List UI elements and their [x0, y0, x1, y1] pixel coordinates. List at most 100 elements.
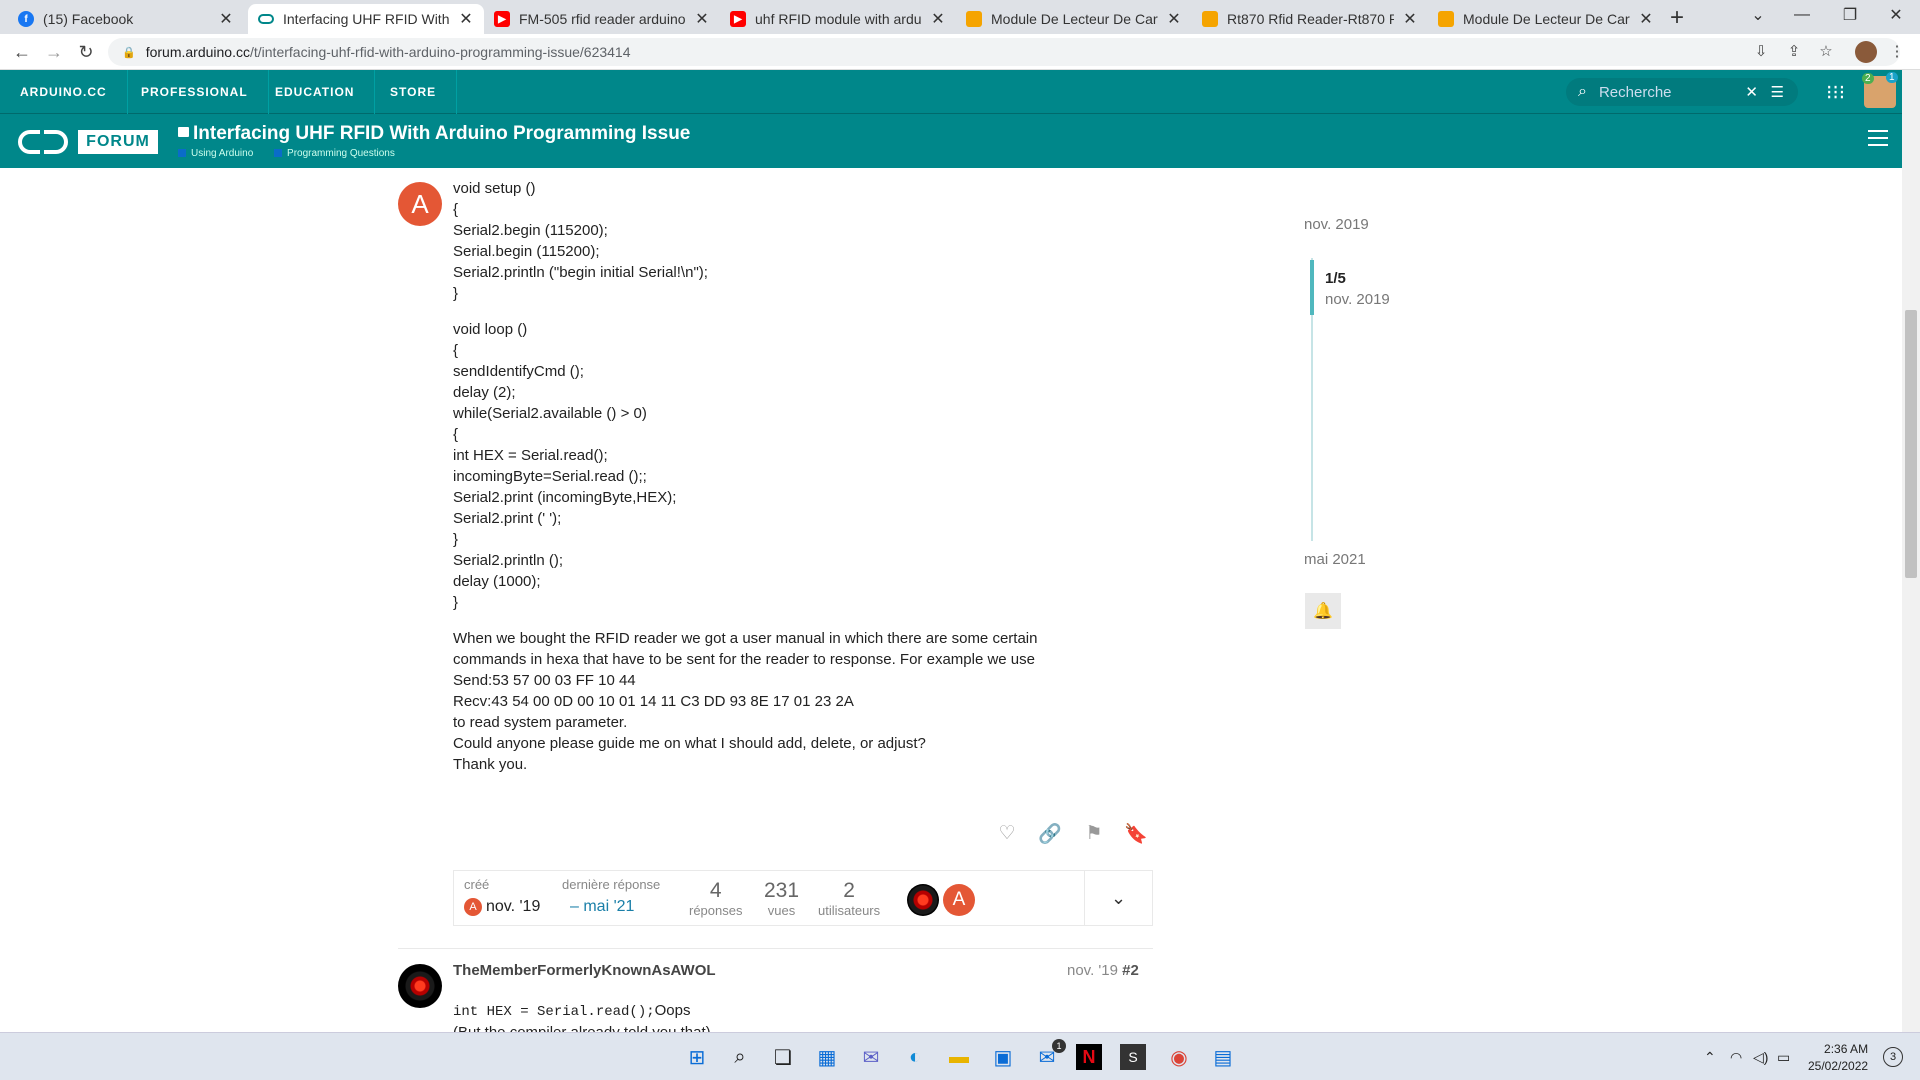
url-field[interactable]: 🔒 forum.arduino.cc/t/interfacing-uhf-rfi…: [108, 38, 1900, 66]
timeline-end-date[interactable]: mai 2021: [1304, 551, 1366, 568]
profile-avatar[interactable]: [1855, 41, 1877, 63]
search-input[interactable]: ⌕ Recherche ✕ ☰: [1566, 78, 1798, 106]
apps-grid-icon[interactable]: ⁝⁝⁝: [1826, 80, 1845, 105]
browser-tab[interactable]: Interfacing UHF RFID With Ardu ✕: [248, 4, 484, 34]
code-line: delay (1000);: [453, 573, 541, 590]
category-programming-questions[interactable]: Programming Questions: [287, 148, 395, 159]
store-icon[interactable]: ▣: [988, 1042, 1018, 1072]
volume-icon[interactable]: ◁): [1753, 1049, 1768, 1066]
chrome-menu-icon[interactable]: ⋮: [1886, 42, 1908, 60]
system-clock[interactable]: 2:36 AM 25/02/2022: [1808, 1041, 1868, 1075]
timeline-position: 1/5: [1325, 270, 1346, 287]
tab-title: Interfacing UHF RFID With Ardu: [283, 11, 450, 27]
task-view-icon[interactable]: ❏: [768, 1042, 798, 1072]
code-line: void setup (): [453, 180, 536, 197]
reply-username[interactable]: TheMemberFormerlyKnownAsAWOL: [453, 962, 716, 979]
close-tab-icon[interactable]: ✕: [1402, 9, 1418, 29]
topic-title: Interfacing UHF RFID With Arduino Progra…: [193, 123, 691, 144]
topic-title-link[interactable]: Interfacing UHF RFID With Arduino Progra…: [178, 123, 690, 145]
facebook-icon: f: [18, 11, 34, 27]
site-top-nav: ARDUINO.CC PROFESSIONAL EDUCATION STORE …: [0, 70, 1902, 114]
install-icon[interactable]: ⇩: [1750, 42, 1772, 60]
close-tab-icon[interactable]: ✕: [1638, 9, 1654, 29]
bookmark-icon[interactable]: 🔖: [1123, 822, 1149, 846]
reply-date-link[interactable]: nov. '19 #2: [1067, 962, 1139, 979]
teams-chat-icon[interactable]: ✉: [856, 1042, 886, 1072]
browser-tab[interactable]: Module De Lecteur De Carte Rfi ✕: [956, 4, 1192, 34]
clear-search-icon[interactable]: ✕: [1745, 83, 1758, 101]
like-icon[interactable]: ♡: [994, 822, 1020, 845]
nav-professional[interactable]: PROFESSIONAL: [121, 70, 269, 114]
search-placeholder: Recherche: [1598, 83, 1672, 101]
created-value: nov. '19: [486, 898, 541, 916]
reply-text: Oops: [654, 1002, 691, 1019]
replies-label: réponses: [689, 903, 743, 918]
expand-summary-button[interactable]: ⌄: [1084, 871, 1152, 925]
restore-icon[interactable]: ❐: [1830, 0, 1870, 30]
share-icon[interactable]: ⇪: [1783, 42, 1805, 60]
code-block-loop: void loop () {sendIdentifyCmd (); delay (2…: [453, 319, 1073, 613]
topic-categories: Using Arduino Programming Questions: [178, 148, 395, 159]
new-tab-button[interactable]: +: [1662, 4, 1692, 32]
windows-taskbar: ⊞ ⌕ ❏ ▦ ✉ ◐ ▬ ▣ ✉ 1 N S ◉ ▤ ⌃ ◠ ◁) ▭ 2:3…: [0, 1032, 1920, 1080]
nav-arduino-cc[interactable]: ARDUINO.CC: [0, 70, 128, 114]
close-tab-icon[interactable]: ✕: [930, 9, 946, 29]
views-count: 231: [764, 879, 800, 902]
notification-center-icon[interactable]: 3: [1883, 1047, 1903, 1067]
close-tab-icon[interactable]: ✕: [694, 9, 710, 29]
close-tab-icon[interactable]: ✕: [458, 9, 474, 29]
close-window-icon[interactable]: ✕: [1876, 0, 1916, 30]
category-using-arduino[interactable]: Using Arduino: [191, 148, 253, 159]
nav-education[interactable]: EDUCATION: [255, 70, 376, 114]
tab-search-icon[interactable]: ⌄: [1738, 0, 1778, 30]
forward-icon[interactable]: →: [42, 42, 66, 63]
participant-avatar-a[interactable]: A: [943, 884, 975, 916]
battery-icon[interactable]: ▭: [1777, 1049, 1790, 1066]
browser-tab[interactable]: ▶ uhf RFID module with arduino - ✕: [720, 4, 956, 34]
bookmark-star-icon[interactable]: ☆: [1815, 42, 1837, 60]
browser-tab[interactable]: Rt870 Rfid Reader-Rt870 Rfid Re ✕: [1192, 4, 1428, 34]
created-label: créé: [464, 877, 490, 892]
notepad-icon[interactable]: ▤: [1208, 1042, 1238, 1072]
code-line: }: [453, 594, 459, 611]
file-explorer-icon[interactable]: ▬: [944, 1042, 974, 1072]
browser-tab[interactable]: Module De Lecteur De Carte Rfi ✕: [1428, 4, 1664, 34]
topic-summary: créé Anov. '19 dernière réponse – mai '2…: [453, 870, 1153, 926]
chrome-icon[interactable]: ◉: [1164, 1042, 1194, 1072]
arduino-logo[interactable]: [18, 130, 68, 154]
browser-tab[interactable]: f (15) Facebook ✕: [8, 4, 244, 34]
hamburger-menu-icon[interactable]: [1868, 130, 1888, 151]
code-line: sendIdentifyCmd ();: [453, 363, 584, 380]
close-tab-icon[interactable]: ✕: [218, 9, 234, 29]
nav-store[interactable]: STORE: [370, 70, 458, 114]
start-icon[interactable]: ⊞: [682, 1042, 712, 1072]
timeline-handle[interactable]: [1310, 260, 1314, 315]
minimize-icon[interactable]: —: [1782, 0, 1822, 30]
flag-icon[interactable]: ⚑: [1081, 822, 1107, 845]
code-line: {: [453, 201, 459, 218]
notification-bell-icon[interactable]: 🔔: [1305, 593, 1341, 629]
reload-icon[interactable]: ↻: [74, 42, 98, 63]
edge-icon[interactable]: ◐: [900, 1042, 930, 1072]
summary-last-reply[interactable]: dernière réponse – mai '21: [562, 877, 660, 916]
browser-tab[interactable]: ▶ FM-505 rfid reader arduino - Yo ✕: [484, 4, 720, 34]
post-author-avatar[interactable]: A: [398, 182, 442, 226]
scrollbar-thumb[interactable]: [1905, 310, 1917, 578]
search-taskbar-icon[interactable]: ⌕: [725, 1042, 755, 1072]
participant-avatar-awol[interactable]: [907, 884, 939, 916]
netflix-icon[interactable]: N: [1076, 1044, 1102, 1070]
clock-time: 2:36 AM: [1824, 1042, 1869, 1056]
forum-label[interactable]: FORUM: [78, 130, 158, 154]
wifi-icon[interactable]: ◠: [1730, 1049, 1742, 1066]
back-icon[interactable]: ←: [10, 42, 34, 63]
tray-overflow-icon[interactable]: ⌃: [1704, 1049, 1716, 1066]
timeline-start-date[interactable]: nov. 2019: [1304, 216, 1369, 233]
widgets-icon[interactable]: ▦: [812, 1042, 842, 1072]
created-avatar[interactable]: A: [464, 898, 482, 916]
copy-link-icon[interactable]: 🔗: [1037, 822, 1063, 846]
reply-author-avatar[interactable]: [398, 964, 442, 1008]
close-tab-icon[interactable]: ✕: [1166, 9, 1182, 29]
search-filter-icon[interactable]: ☰: [1771, 83, 1784, 101]
clock-date: 25/02/2022: [1808, 1059, 1869, 1073]
sublime-icon[interactable]: S: [1120, 1044, 1146, 1070]
